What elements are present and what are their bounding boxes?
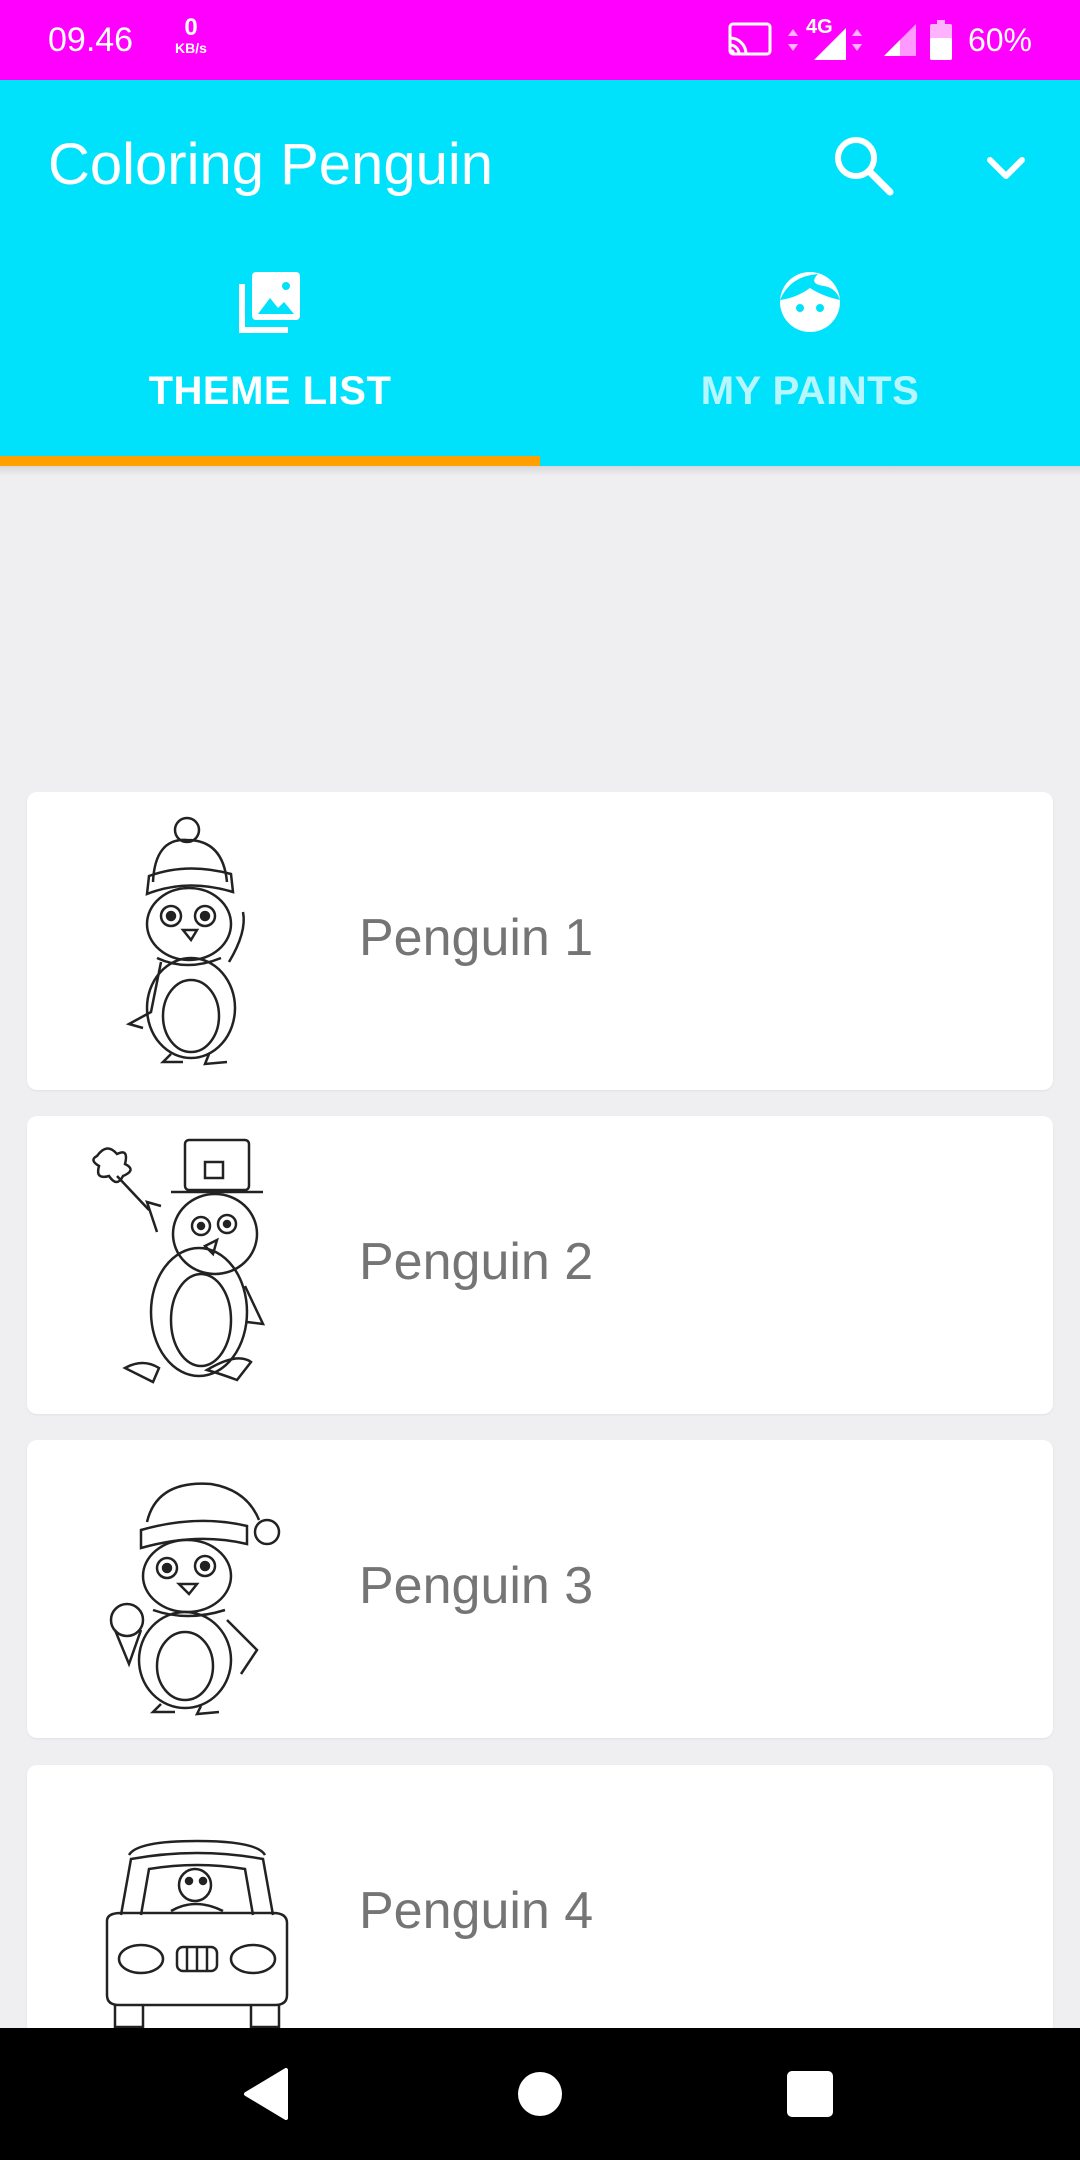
network-speed-value: 0 [184,14,198,41]
battery-percent: 60% [967,22,1032,58]
signal-icon [882,22,918,58]
app-title: Coloring Penguin [48,132,493,197]
recents-icon [787,2071,833,2117]
navigation-bar [0,2028,1080,2160]
network-speed-unit: KB/s [175,40,207,56]
theme-card-penguin-2[interactable]: Penguin 2 [27,1116,1053,1414]
search-button[interactable] [830,132,896,198]
face-icon [778,270,842,334]
theme-card-label: Penguin 4 [359,1882,594,1940]
theme-card-penguin-1[interactable]: Penguin 1 [27,792,1053,1090]
status-bar: 09.46 0 KB/s 4G 60% [0,0,1080,80]
tab-theme-list[interactable]: THEME LIST [0,270,540,466]
penguin-ice-cream-icon [87,1460,307,1718]
signal-4g-icon: 4G [784,16,870,62]
home-icon [518,2072,562,2116]
status-time: 09.46 [48,21,134,59]
battery-icon [929,20,952,60]
theme-card-label: Penguin 2 [359,1233,594,1291]
theme-card-penguin-4[interactable]: Penguin 4 [27,1765,1053,2063]
app-bar-shadow [0,466,1080,476]
photo-library-icon [238,270,302,334]
overflow-menu-button[interactable] [976,138,1036,198]
search-icon [835,137,894,196]
theme-card-label: Penguin 1 [359,909,594,967]
tab-my-paints-label: MY PAINTS [700,369,920,413]
back-icon [244,2068,288,2120]
penguin-car-icon [87,1785,307,2043]
penguin-top-hat-icon [87,1136,307,1394]
recents-button[interactable] [772,2056,848,2132]
penguin-winter-hat-icon [87,812,307,1070]
network-type-label: 4G [805,16,833,38]
back-button[interactable] [230,2056,306,2132]
theme-card-penguin-3[interactable]: Penguin 3 [27,1440,1053,1738]
theme-card-label: Penguin 3 [359,1557,594,1615]
tab-theme-list-label: THEME LIST [148,369,392,413]
tab-my-paints[interactable]: MY PAINTS [540,270,1080,466]
status-icons: 4G 60% [728,16,1032,62]
cast-icon [728,22,772,58]
app-bar: Coloring Penguin THEME LIST MY PAINTS [0,80,1080,466]
network-speed: 0 KB/s [166,14,216,57]
chevron-down-icon [987,157,1025,179]
tab-indicator [0,456,540,466]
home-button[interactable] [502,2056,578,2132]
